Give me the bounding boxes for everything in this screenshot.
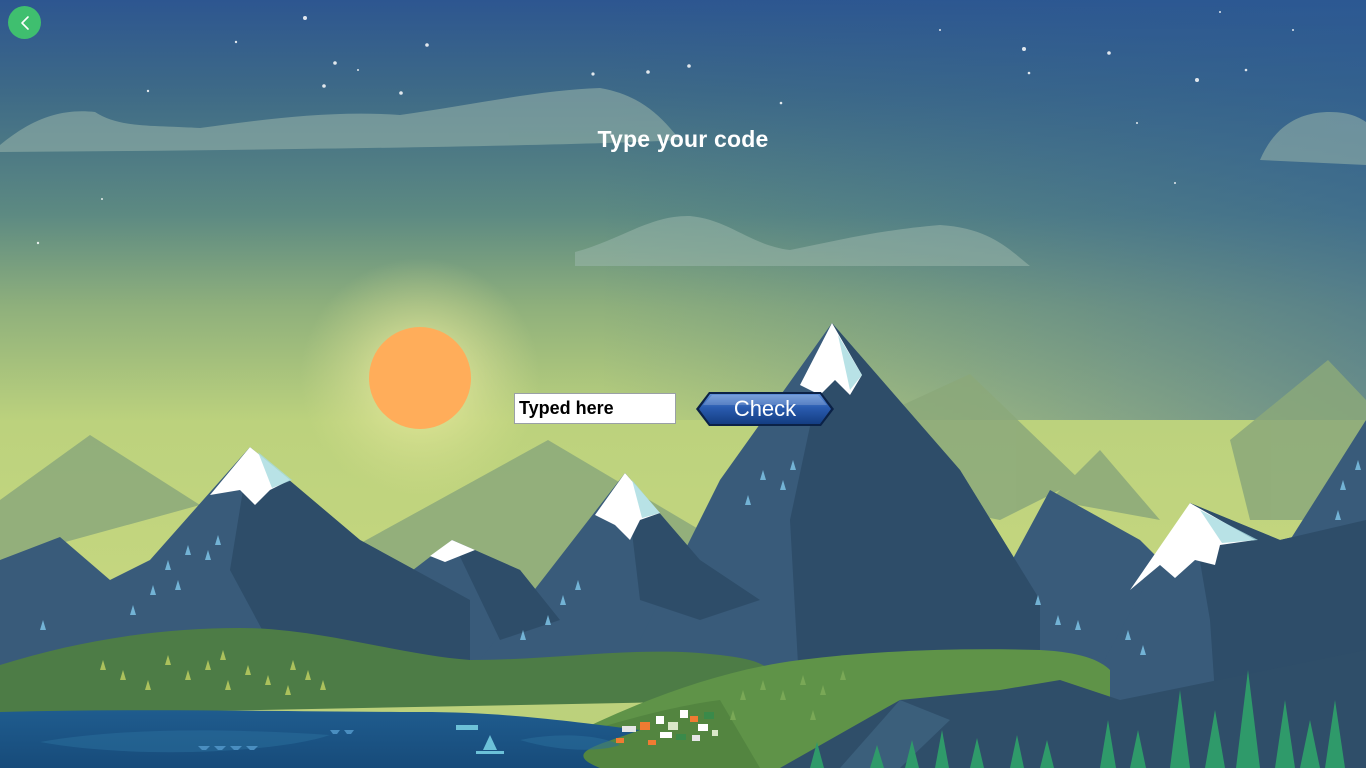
back-button[interactable] <box>8 6 41 39</box>
chevron-left-icon <box>20 15 29 30</box>
sun <box>369 327 471 429</box>
game-scene: Type your code Check <box>0 0 1366 768</box>
code-input[interactable] <box>514 393 676 424</box>
check-button-label: Check <box>733 396 797 421</box>
check-button[interactable]: Check <box>695 391 835 428</box>
mountain-landscape-background <box>0 0 1366 768</box>
page-title: Type your code <box>597 126 769 152</box>
